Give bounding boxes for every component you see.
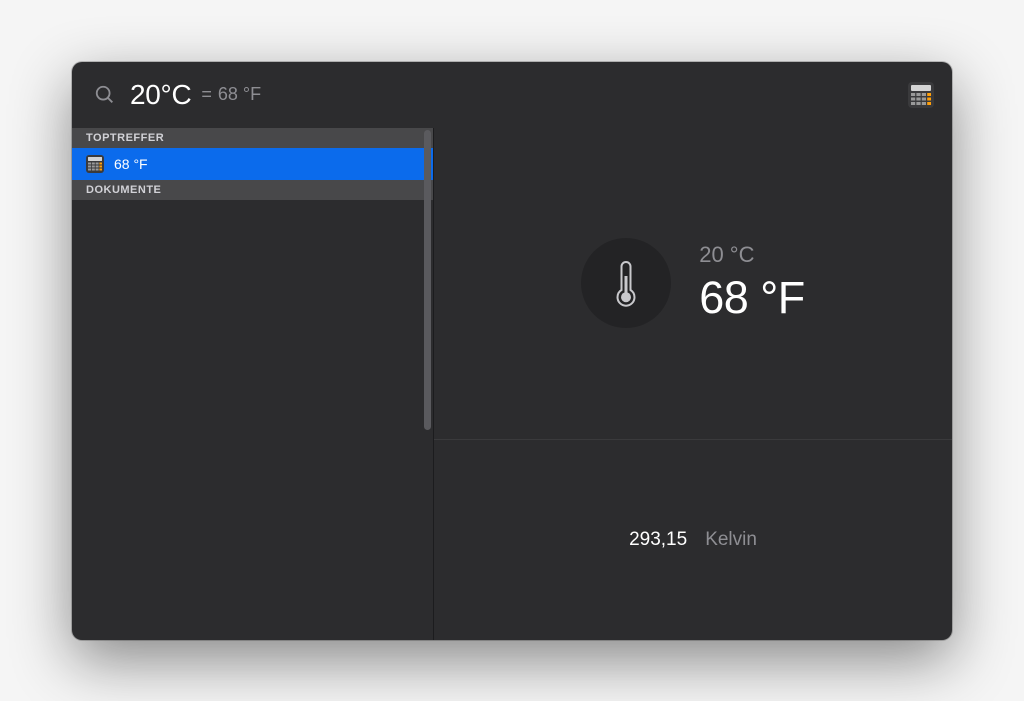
search-equals-symbol: =: [201, 84, 212, 105]
result-item-top-hit[interactable]: 68 °F: [72, 148, 433, 180]
calculator-icon: [86, 155, 104, 173]
section-header-dokumente: DOKUMENTE: [72, 180, 433, 200]
thermometer-icon: [614, 258, 638, 308]
preview-additional-conversion: 293,15 Kelvin: [434, 440, 952, 640]
calculator-app-icon: [908, 82, 934, 108]
sidebar-scrollbar[interactable]: [424, 130, 431, 430]
search-bar[interactable]: 20°C = 68 °F: [72, 62, 952, 128]
input-temperature: 20 °C: [699, 242, 805, 268]
search-icon: [94, 84, 116, 106]
output-temperature: 68 °F: [699, 272, 805, 324]
thermometer-icon-circle: [581, 238, 671, 328]
results-sidebar: TOPTREFFER: [72, 128, 434, 640]
preview-main-conversion: 20 °C 68 °F: [434, 128, 952, 440]
result-item-label: 68 °F: [114, 156, 148, 172]
content-area: TOPTREFFER: [72, 128, 952, 640]
kelvin-value: 293,15: [629, 529, 687, 551]
spotlight-window: 20°C = 68 °F TOPTREFFER: [72, 62, 952, 640]
kelvin-unit-label: Kelvin: [705, 529, 757, 551]
section-header-toptreffer: TOPTREFFER: [72, 128, 433, 148]
preview-panel: 20 °C 68 °F 293,15 Kelvin: [434, 128, 952, 640]
search-inline-result: 68 °F: [218, 84, 261, 105]
search-query-text[interactable]: 20°C: [130, 79, 191, 111]
